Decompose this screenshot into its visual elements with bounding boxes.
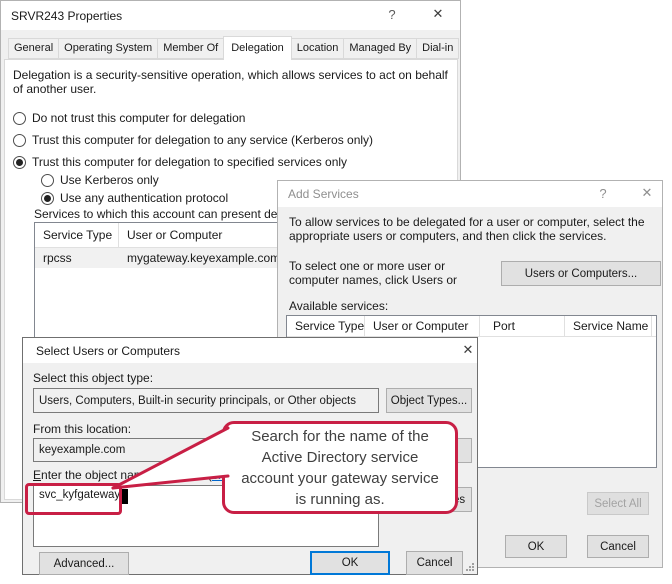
column-header-service-type[interactable]: Service Type bbox=[287, 316, 365, 336]
tab-delegation[interactable]: Delegation bbox=[223, 36, 292, 60]
delegation-description: Delegation is a security-sensitive opera… bbox=[13, 68, 451, 98]
radio-icon bbox=[13, 112, 26, 125]
tab-location[interactable]: Location bbox=[291, 38, 345, 59]
resize-grip-icon[interactable] bbox=[464, 561, 474, 571]
select-all-button: Select All bbox=[587, 492, 649, 515]
radio-icon bbox=[41, 192, 54, 205]
column-header-user-or-computer[interactable]: User or Computer bbox=[365, 316, 480, 336]
annotation-callout-tail bbox=[100, 420, 235, 500]
properties-title: SRVR243 Properties bbox=[1, 9, 122, 23]
column-header-service-type[interactable]: Service Type bbox=[35, 223, 119, 247]
available-services-label: Available services: bbox=[289, 299, 388, 313]
object-type-field: Users, Computers, Built-in security prin… bbox=[33, 388, 379, 413]
screenshot-stage: SRVR243 Properties ? ✕ General Operating… bbox=[0, 0, 672, 584]
column-header-port[interactable]: Port bbox=[480, 316, 565, 336]
radio-icon bbox=[13, 134, 26, 147]
column-header-service-name[interactable]: Service Name bbox=[565, 316, 652, 336]
tab-member-of[interactable]: Member Of bbox=[157, 38, 224, 59]
help-icon[interactable]: ? bbox=[379, 3, 405, 25]
select-users-titlebar: Select Users or Computers bbox=[23, 338, 477, 363]
tab-operating-system[interactable]: Operating System bbox=[58, 38, 158, 59]
radio-label: Use Kerberos only bbox=[60, 173, 159, 187]
radio-do-not-trust[interactable]: Do not trust this computer for delegatio… bbox=[13, 111, 245, 125]
object-type-label: Select this object type: bbox=[33, 371, 153, 385]
ok-button[interactable]: OK bbox=[505, 535, 567, 558]
add-services-title: Add Services bbox=[278, 187, 359, 201]
tab-general[interactable]: General bbox=[8, 38, 59, 59]
users-or-computers-button[interactable]: Users or Computers... bbox=[501, 261, 661, 286]
radio-use-kerberos-only[interactable]: Use Kerberos only bbox=[41, 173, 159, 187]
tab-managed-by[interactable]: Managed By bbox=[343, 38, 417, 59]
radio-label: Trust this computer for delegation to an… bbox=[32, 133, 373, 147]
callout-text: Search for the name of the Active Direct… bbox=[235, 426, 445, 510]
close-icon[interactable]: ✕ bbox=[455, 339, 481, 361]
radio-label: Use any authentication protocol bbox=[60, 191, 228, 205]
add-services-hint: To select one or more user or computer n… bbox=[289, 259, 495, 289]
radio-label: Do not trust this computer for delegatio… bbox=[32, 111, 245, 125]
table-header-row: Service Type User or Computer Port Servi… bbox=[287, 316, 656, 337]
column-header-domain[interactable]: D bbox=[652, 316, 657, 336]
close-icon[interactable]: ✕ bbox=[425, 3, 451, 25]
close-icon[interactable]: ✕ bbox=[634, 182, 660, 204]
annotation-callout-bubble: Search for the name of the Active Direct… bbox=[222, 421, 458, 514]
properties-tabstrip: General Operating System Member Of Deleg… bbox=[8, 36, 458, 59]
radio-trust-specified-services[interactable]: Trust this computer for delegation to sp… bbox=[13, 155, 347, 169]
add-services-intro: To allow services to be delegated for a … bbox=[289, 215, 655, 257]
radio-use-any-auth-protocol[interactable]: Use any authentication protocol bbox=[41, 191, 228, 205]
accel-letter: E bbox=[33, 468, 41, 482]
help-icon[interactable]: ? bbox=[590, 182, 616, 204]
cancel-button[interactable]: Cancel bbox=[587, 535, 649, 558]
radio-trust-any-service[interactable]: Trust this computer for delegation to an… bbox=[13, 133, 373, 147]
ok-button[interactable]: OK bbox=[310, 551, 390, 575]
services-list-label: Services to which this account can prese… bbox=[34, 207, 293, 221]
radio-icon bbox=[41, 174, 54, 187]
select-users-title: Select Users or Computers bbox=[23, 344, 180, 358]
radio-label: Trust this computer for delegation to sp… bbox=[32, 155, 347, 169]
radio-icon bbox=[13, 156, 26, 169]
object-type-value: Users, Computers, Built-in security prin… bbox=[39, 395, 356, 407]
object-types-button[interactable]: Object Types... bbox=[386, 388, 472, 413]
cell-service-type: rpcss bbox=[35, 248, 119, 268]
cancel-button[interactable]: Cancel bbox=[406, 551, 463, 575]
advanced-button[interactable]: Advanced... bbox=[39, 552, 129, 575]
tab-dial-in[interactable]: Dial-in bbox=[416, 38, 459, 59]
